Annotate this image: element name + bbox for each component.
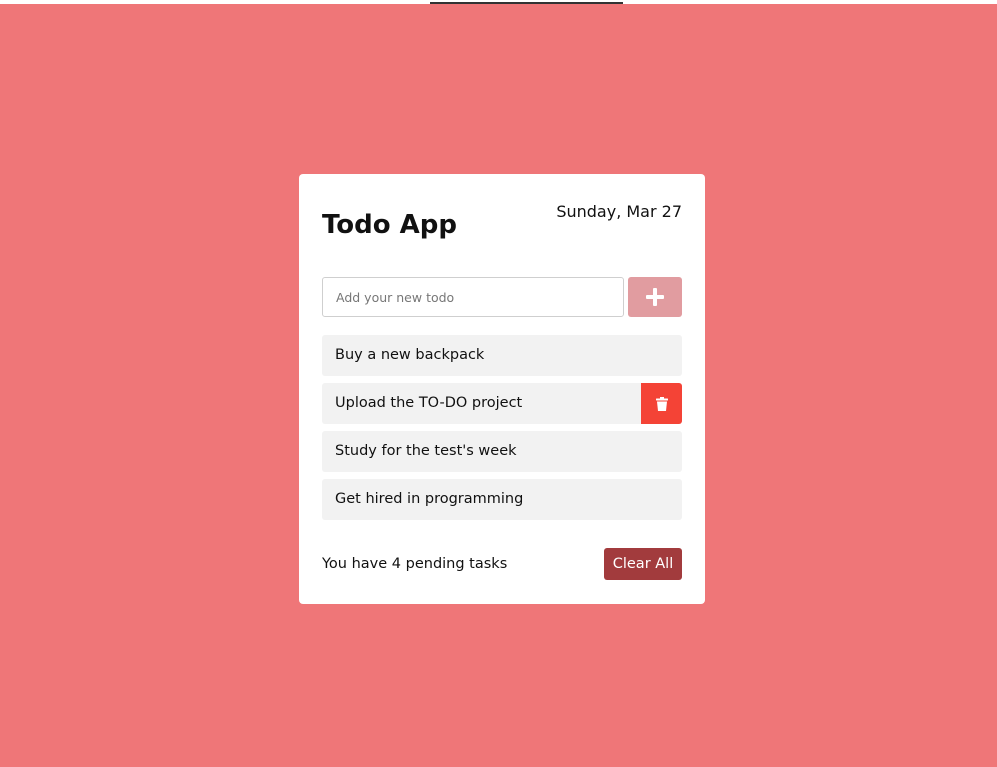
delete-todo-button[interactable] bbox=[641, 383, 682, 424]
todo-item-text: Get hired in programming bbox=[335, 491, 524, 507]
todo-list: Buy a new backpack Upload the TO-DO proj… bbox=[322, 335, 682, 527]
todo-item[interactable]: Study for the test's week bbox=[322, 431, 682, 472]
add-todo-button[interactable] bbox=[628, 277, 682, 317]
todo-card: Todo App Sunday, Mar 27 Buy a new backpa… bbox=[299, 174, 705, 604]
todo-item-text: Upload the TO-DO project bbox=[335, 395, 523, 411]
app-title: Todo App bbox=[322, 210, 458, 240]
todo-item[interactable]: Upload the TO-DO project bbox=[322, 383, 682, 424]
todo-item[interactable]: Get hired in programming bbox=[322, 479, 682, 520]
todo-footer: You have 4 pending tasks Clear All bbox=[322, 548, 682, 580]
plus-icon bbox=[646, 288, 664, 306]
todo-item-text: Study for the test's week bbox=[335, 443, 517, 459]
trash-icon bbox=[655, 396, 668, 411]
pending-count-text: You have 4 pending tasks bbox=[322, 556, 508, 572]
add-todo-row bbox=[322, 277, 682, 317]
todo-item-text: Buy a new backpack bbox=[335, 347, 485, 363]
clear-all-button[interactable]: Clear All bbox=[604, 548, 682, 580]
current-date: Sunday, Mar 27 bbox=[556, 202, 682, 221]
todo-input[interactable] bbox=[322, 277, 624, 317]
todo-item[interactable]: Buy a new backpack bbox=[322, 335, 682, 376]
